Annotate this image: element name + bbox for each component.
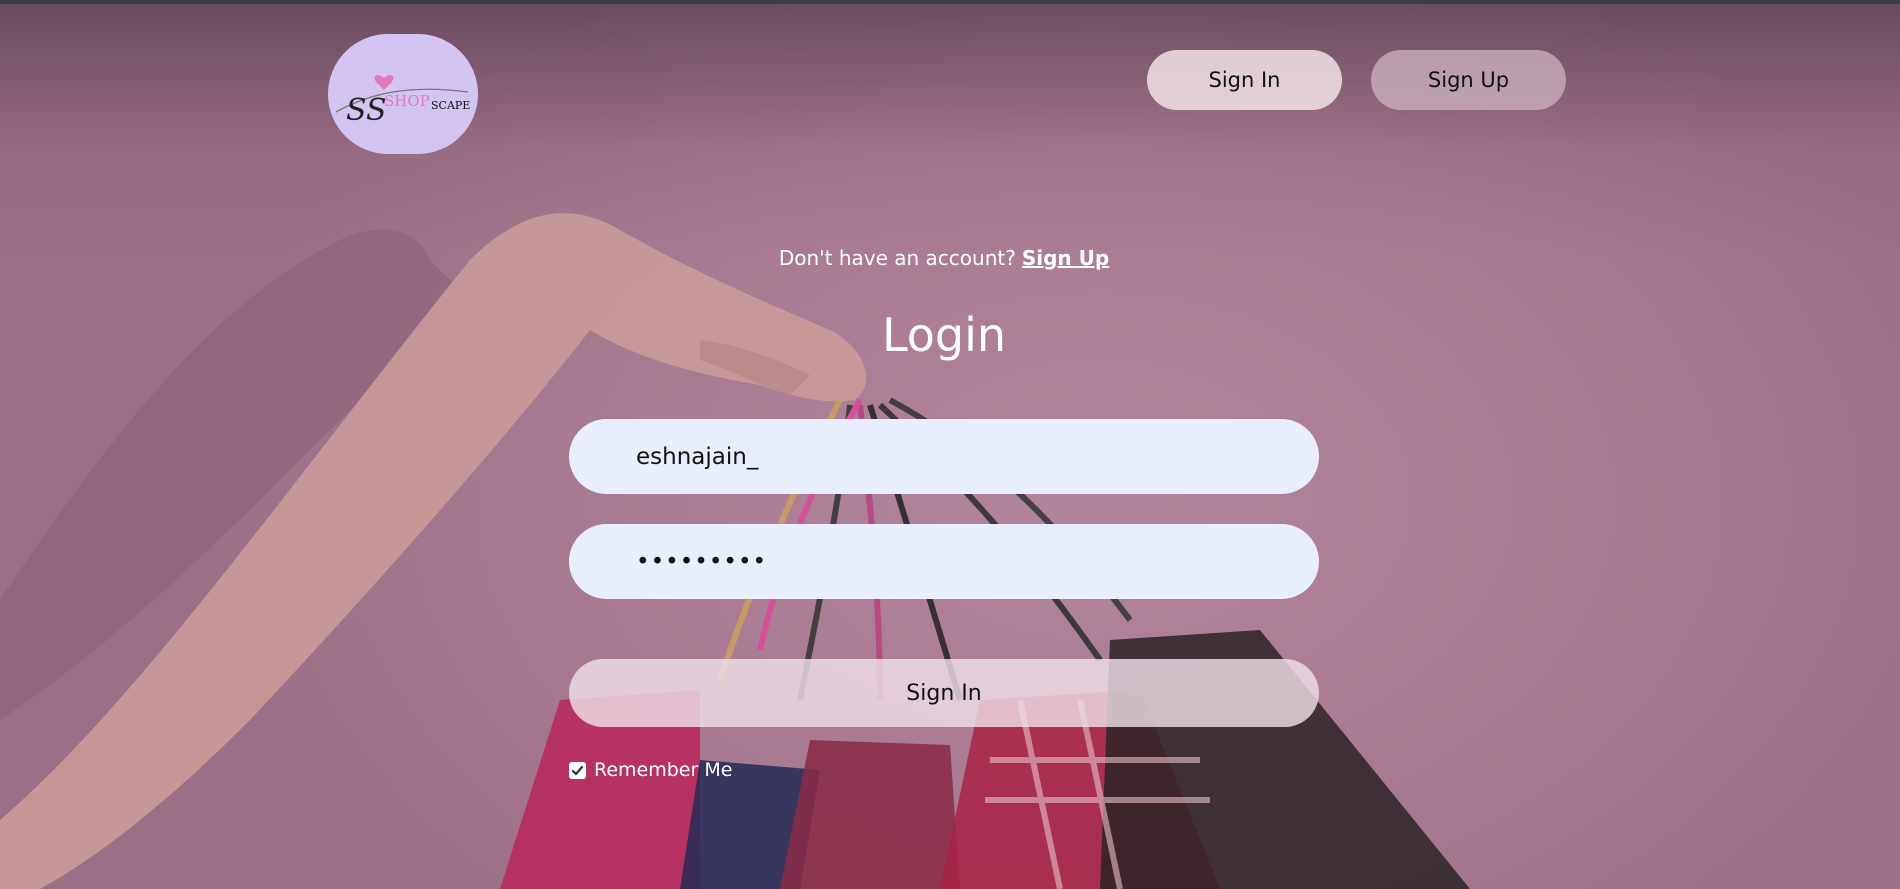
shopscape-logo[interactable]: SS SHOP SCAPE — [328, 34, 478, 154]
remember-me-checkbox[interactable] — [569, 761, 586, 779]
sign-in-submit-button[interactable]: Sign In — [569, 659, 1319, 727]
check-icon — [571, 765, 584, 775]
signup-prompt-text: Don't have an account? — [778, 246, 1016, 270]
header-sign-in-button[interactable]: Sign In — [1147, 50, 1342, 110]
login-title: Login — [881, 308, 1007, 362]
header-sign-up-button[interactable]: Sign Up — [1371, 50, 1566, 110]
logo-word-scape: SCAPE — [431, 99, 470, 112]
username-input[interactable]: eshnajain_ — [569, 419, 1319, 494]
logo-monogram: SS — [346, 93, 387, 128]
password-input[interactable]: ••••••••• — [569, 524, 1319, 599]
remember-me-label: Remember Me — [594, 759, 733, 781]
login-page: SS SHOP SCAPE Sign In Sign Up Don't have… — [0, 0, 1900, 889]
signup-link[interactable]: Sign Up — [1022, 246, 1109, 270]
signup-prompt: Don't have an account? Sign Up — [0, 246, 1888, 270]
logo-word-shop: SHOP — [384, 92, 430, 110]
logo-mark: SS SHOP SCAPE — [335, 75, 470, 128]
window-top-border — [0, 0, 1900, 4]
remember-me[interactable]: Remember Me — [569, 759, 732, 781]
